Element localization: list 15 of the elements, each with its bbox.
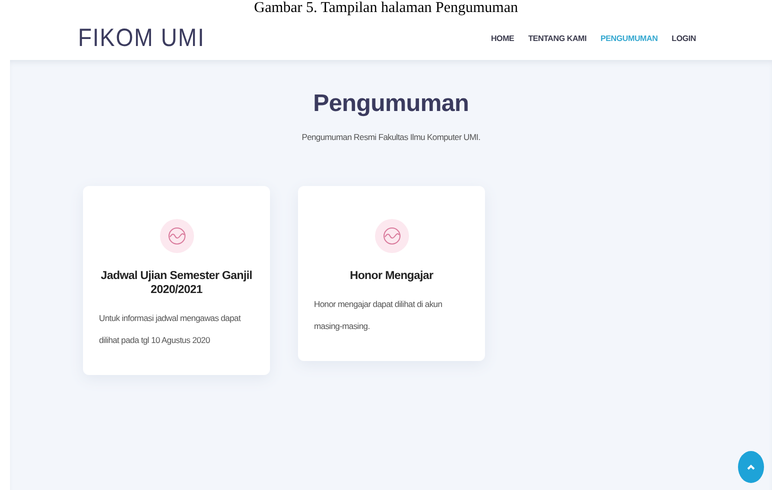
card-text: Untuk informasi jadwal mengawas dapat dilihat pada tgl 10 Agustus 2020: [99, 312, 242, 347]
chevron-up-icon: [746, 463, 756, 471]
nav-link[interactable]: LOGIN: [672, 32, 696, 45]
wave-icon: [160, 219, 194, 253]
scroll-top-button[interactable]: [738, 451, 764, 483]
card-title: Honor Mengajar: [350, 269, 434, 283]
card-title: Jadwal Ujian Semester Ganjil 2020/2021: [100, 269, 254, 297]
nav-link[interactable]: HOME: [490, 32, 514, 45]
site-logo[interactable]: FIKOM UMI: [78, 24, 205, 53]
figure-caption: Gambar 5. Tampilan halaman Pengumuman: [254, 0, 518, 17]
card-text: Honor mengajar dapat dilihat di akun masing-masing.: [314, 298, 444, 333]
wave-icon: [374, 219, 408, 253]
section-subtitle: Pengumuman Resmi Fakultas Ilmu Komputer UMI.: [302, 132, 480, 142]
nav-link[interactable]: TENTANG KAMI: [528, 32, 587, 45]
section-title: Pengumuman: [313, 90, 469, 118]
